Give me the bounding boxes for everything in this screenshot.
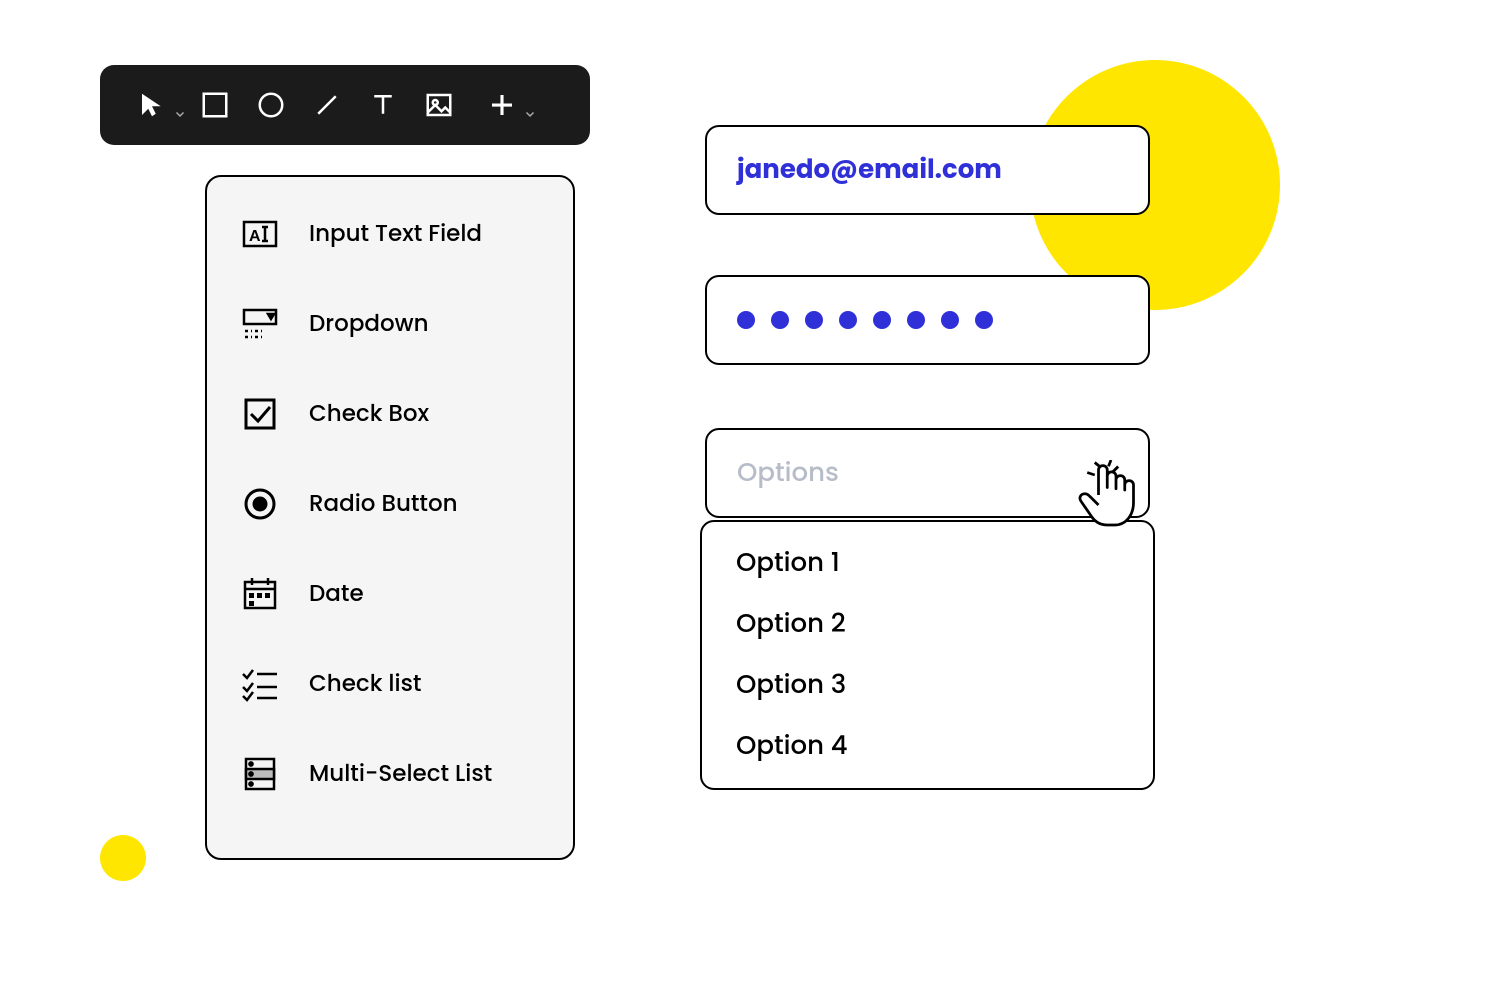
- form-elements-panel: A Input Text Field Dropdown Check Box Ra…: [205, 175, 575, 860]
- panel-item-checkbox[interactable]: Check Box: [237, 391, 543, 437]
- date-icon: [237, 571, 283, 617]
- password-dot: [839, 311, 857, 329]
- password-dot: [941, 311, 959, 329]
- rectangle-icon: [200, 90, 230, 120]
- panel-item-date[interactable]: Date: [237, 571, 543, 617]
- password-dot: [873, 311, 891, 329]
- email-input[interactable]: janedo@email.com: [705, 125, 1150, 215]
- panel-item-label: Check Box: [309, 397, 429, 431]
- circle-tool[interactable]: [246, 80, 296, 130]
- panel-item-radio[interactable]: Radio Button: [237, 481, 543, 527]
- password-dot: [737, 311, 755, 329]
- options-dropdown-list: Option 1 Option 2 Option 3 Option 4: [700, 520, 1155, 790]
- circle-icon: [256, 90, 286, 120]
- checklist-icon: [237, 661, 283, 707]
- cursor-hand-icon: [1075, 460, 1137, 530]
- password-dot: [771, 311, 789, 329]
- radio-button-icon: [237, 481, 283, 527]
- image-icon: [424, 90, 454, 120]
- pointer-icon: [137, 90, 167, 120]
- drawing-toolbar: [100, 65, 590, 145]
- dropdown-icon: [237, 301, 283, 347]
- panel-item-input-text[interactable]: A Input Text Field: [237, 211, 543, 257]
- panel-item-label: Radio Button: [309, 487, 458, 521]
- password-mask: [737, 311, 993, 329]
- option-item[interactable]: Option 1: [736, 544, 1119, 583]
- panel-item-label: Check list: [309, 667, 421, 701]
- pointer-tool[interactable]: [120, 80, 184, 130]
- panel-item-label: Multi-Select List: [309, 757, 492, 791]
- option-item[interactable]: Option 4: [736, 727, 1119, 766]
- svg-text:A: A: [249, 228, 261, 245]
- rectangle-tool[interactable]: [190, 80, 240, 130]
- panel-item-label: Input Text Field: [309, 217, 482, 251]
- image-tool[interactable]: [414, 80, 464, 130]
- panel-item-multiselect[interactable]: Multi-Select List: [237, 751, 543, 797]
- email-value: janedo@email.com: [737, 151, 1002, 190]
- panel-item-label: Dropdown: [309, 307, 429, 341]
- select-placeholder: Options: [737, 454, 839, 493]
- add-tool[interactable]: [470, 80, 534, 130]
- password-dot: [805, 311, 823, 329]
- panel-item-dropdown[interactable]: Dropdown: [237, 301, 543, 347]
- password-input[interactable]: [705, 275, 1150, 365]
- checkbox-icon: [237, 391, 283, 437]
- chevron-down-icon: [174, 108, 186, 120]
- text-icon: [368, 90, 398, 120]
- panel-item-label: Date: [309, 577, 364, 611]
- password-dot: [907, 311, 925, 329]
- option-item[interactable]: Option 3: [736, 666, 1119, 705]
- line-tool[interactable]: [302, 80, 352, 130]
- input-text-field-icon: A: [237, 211, 283, 257]
- decorative-circle-small: [100, 835, 146, 881]
- chevron-down-icon: [524, 108, 536, 120]
- line-icon: [312, 90, 342, 120]
- panel-item-checklist[interactable]: Check list: [237, 661, 543, 707]
- password-dot: [975, 311, 993, 329]
- plus-icon: [487, 90, 517, 120]
- text-tool[interactable]: [358, 80, 408, 130]
- multiselect-icon: [237, 751, 283, 797]
- option-item[interactable]: Option 2: [736, 605, 1119, 644]
